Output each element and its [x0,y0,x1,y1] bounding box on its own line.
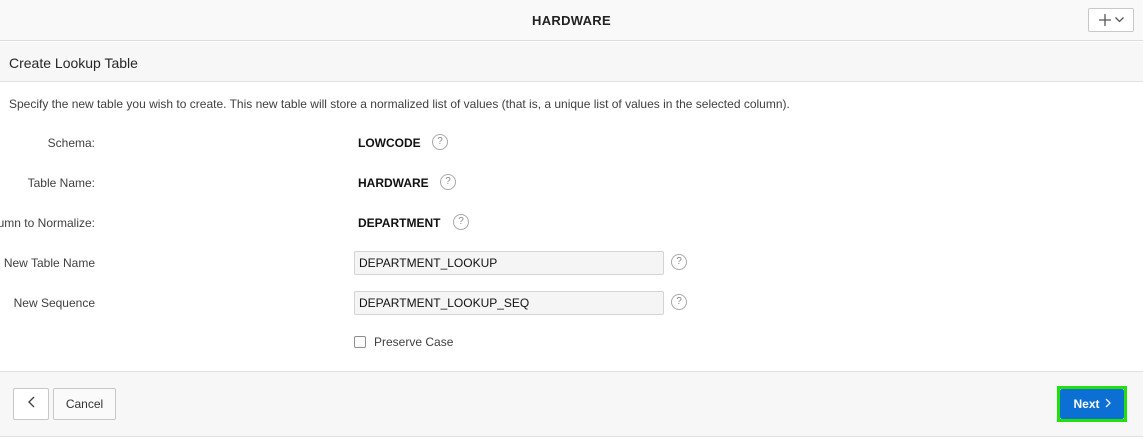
top-bar: HARDWARE [0,0,1143,41]
help-icon[interactable]: ? [432,134,448,150]
chevron-down-icon [1114,17,1124,23]
chevron-left-icon [27,395,35,413]
next-button[interactable]: Next [1060,389,1124,419]
previous-button[interactable] [13,388,49,420]
region-header: Create Lookup Table [0,42,1143,82]
new-sequence-input[interactable] [354,291,664,315]
help-icon[interactable]: ? [440,174,456,190]
preserve-case-row[interactable]: Preserve Case [354,333,453,351]
cancel-button[interactable]: Cancel [53,388,116,420]
help-icon[interactable]: ? [671,254,687,270]
table-name-label: Table Name: [27,176,95,190]
schema-label: Schema: [47,136,95,150]
column-to-normalize-label: Column to Normalize: [0,216,95,230]
page-title: HARDWARE [532,13,611,28]
column-to-normalize-row: Column to Normalize: DEPARTMENT ? [0,211,900,235]
table-name-row: Table Name: HARDWARE ? [0,171,900,195]
schema-value: LOWCODE [358,136,421,150]
button-bar: Cancel Next [0,371,1143,437]
instructions-text: Specify the new table you wish to create… [9,97,790,111]
column-to-normalize-value: DEPARTMENT [358,216,441,230]
schema-row: Schema: LOWCODE ? [0,131,900,155]
help-icon[interactable]: ? [671,294,687,310]
plus-icon [1098,14,1111,26]
new-sequence-row: New Sequence ? [0,291,900,315]
help-icon[interactable]: ? [453,214,469,230]
add-menu-button[interactable] [1088,8,1134,32]
next-button-label: Next [1073,397,1100,411]
chevron-right-icon [1105,397,1111,411]
new-table-name-label: New Table Name [3,256,95,270]
preserve-case-checkbox[interactable] [354,336,366,348]
new-sequence-label: New Sequence [13,296,95,310]
preserve-case-label[interactable]: Preserve Case [374,335,453,349]
new-table-name-input[interactable] [354,251,664,275]
region-title: Create Lookup Table [9,55,138,71]
new-table-name-row: New Table Name ? [0,251,900,275]
table-name-value: HARDWARE [358,176,429,190]
